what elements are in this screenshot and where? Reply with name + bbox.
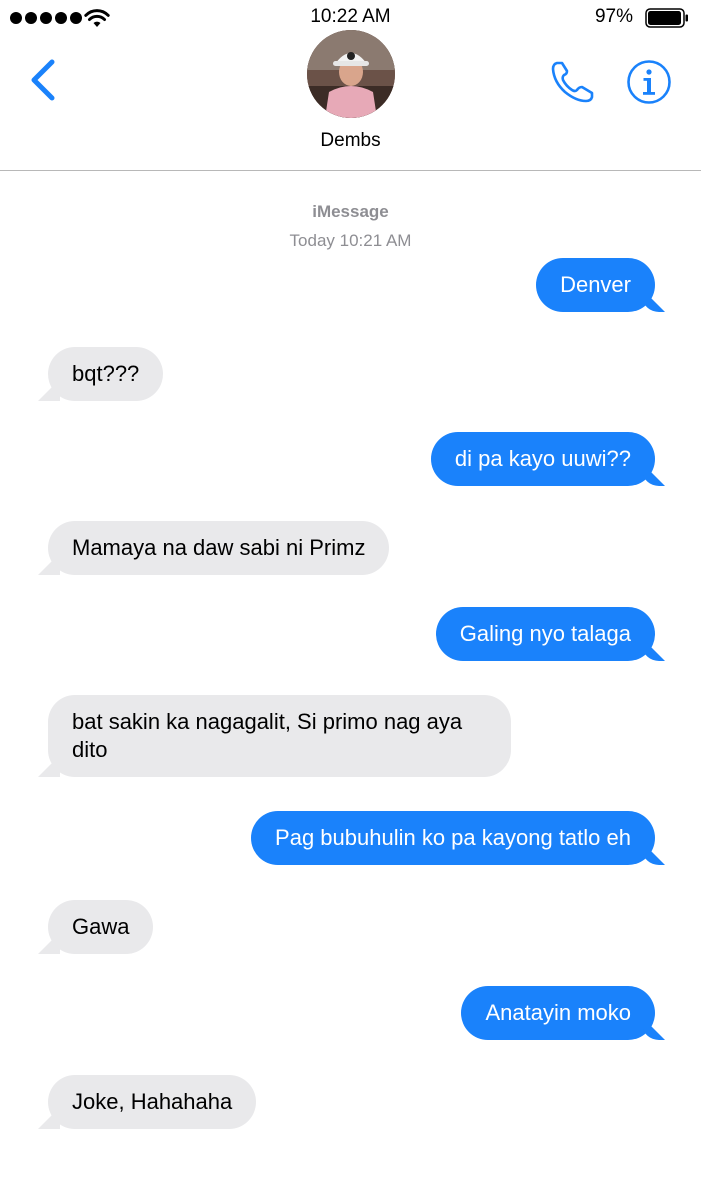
message-bubble-sent[interactable]: Anatayin moko — [461, 986, 655, 1040]
service-label: iMessage — [312, 202, 389, 221]
message-bubble-sent[interactable]: di pa kayo uuwi?? — [430, 432, 655, 486]
back-chevron-icon[interactable] — [24, 56, 60, 104]
message-bubble-received[interactable]: Mamaya na daw sabi ni Primz — [48, 521, 390, 575]
message-bubble-received[interactable]: bat sakin ka nagagalit, Si primo nag aya… — [48, 695, 511, 777]
contact-avatar[interactable] — [307, 30, 395, 118]
status-bar: 10:22 AM 97% — [0, 0, 701, 34]
conversation-header: Dembs — [0, 30, 701, 171]
battery-icon — [645, 8, 688, 28]
message-bubble-received[interactable]: bqt??? — [48, 347, 164, 401]
message-bubble-received[interactable]: Joke, Hahahaha — [48, 1075, 257, 1129]
phone-icon[interactable] — [548, 58, 596, 106]
message-bubble-received[interactable]: Gawa — [48, 900, 154, 954]
battery-percent: 97% — [594, 6, 633, 27]
avatar-photo — [307, 30, 395, 118]
info-icon[interactable] — [626, 59, 672, 105]
message-bubble-sent[interactable]: Galing nyo talaga — [435, 607, 655, 661]
contact-name[interactable]: Dembs — [0, 130, 701, 152]
message-bubble-sent[interactable]: Pag bubuhulin ko pa kayong tatlo eh — [251, 811, 655, 865]
message-bubble-sent[interactable]: Denver — [536, 258, 655, 312]
thread-timestamp: Today 10:21 AM — [289, 231, 412, 250]
